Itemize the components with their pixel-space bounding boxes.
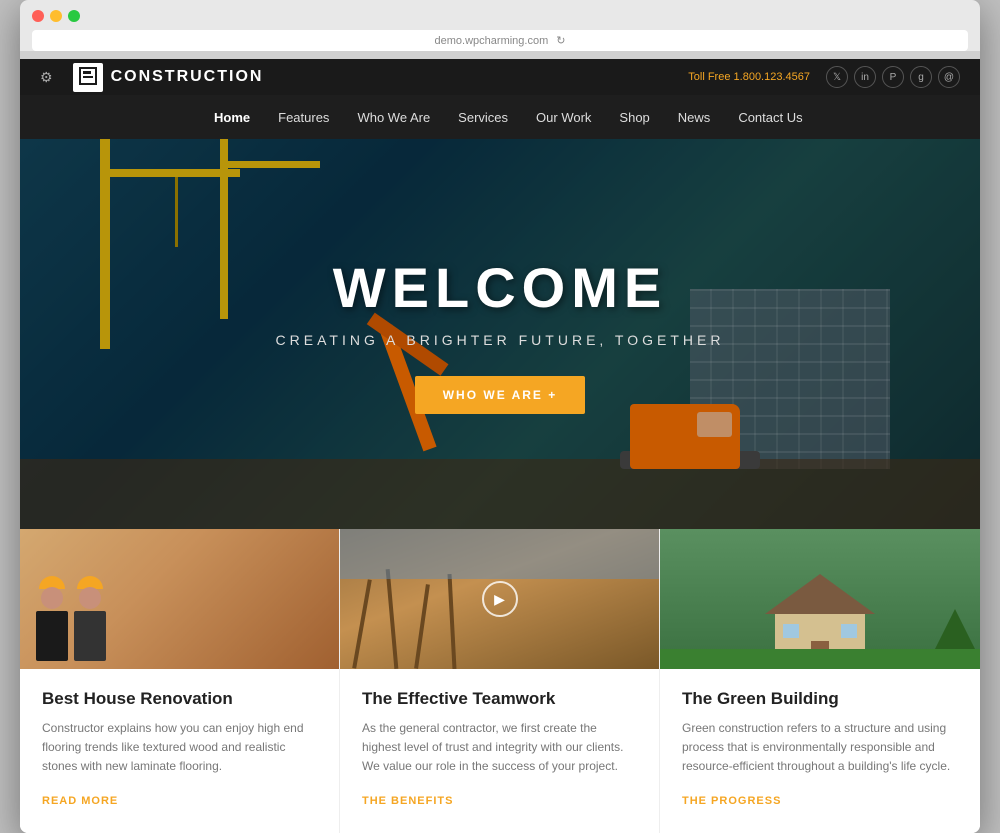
crane-1-cable [175,177,178,247]
nav-link-our-work[interactable]: Our Work [522,96,605,139]
reload-icon[interactable]: ↻ [556,34,565,47]
nav-item-contact-us[interactable]: Contact Us [724,96,816,139]
card-2: ▶ The Effective Teamwork As the general … [340,529,660,833]
hero-section: WELCOME CREATING A BRIGHTER FUTURE, TOGE… [20,139,980,529]
maximize-dot[interactable] [68,10,80,22]
card-2-text: As the general contractor, we first crea… [362,719,637,777]
cards-section: Best House Renovation Constructor explai… [20,529,980,833]
card-1-title: Best House Renovation [42,689,317,709]
house-window-right [841,624,857,638]
top-bar-right: Toll Free 1.800.123.4567 𝕏 in P g @ [688,66,960,88]
nav-link-contact-us[interactable]: Contact Us [724,96,816,139]
tree-top [935,609,975,649]
nav-item-shop[interactable]: Shop [605,96,663,139]
worker-1 [36,576,68,661]
address-bar[interactable]: demo.wpcharming.com ↻ [32,30,968,51]
frame-beam-4 [448,574,457,669]
linkedin-icon[interactable]: in [854,66,876,88]
toll-free-label: Toll Free [688,71,730,83]
hero-subtitle: CREATING A BRIGHTER FUTURE, TOGETHER [276,332,725,348]
card-3-link[interactable]: THE PROGRESS [682,795,781,807]
website-content: ⚙ CONSTRUCTION Toll Free 1.800.123.4567 [20,59,980,833]
house-window-left [783,624,799,638]
twitter-icon[interactable]: 𝕏 [826,66,848,88]
browser-tab-bar [20,51,980,59]
card-3-body: The Green Building Green construction re… [660,669,980,833]
browser-chrome: demo.wpcharming.com ↻ [20,0,980,51]
body-2 [74,611,106,661]
face-1 [41,587,63,609]
nav-item-home[interactable]: Home [200,96,264,139]
house-roof [765,574,875,614]
pinterest-icon[interactable]: P [882,66,904,88]
play-button-2[interactable]: ▶ [482,581,518,617]
crane-1-boom [100,169,240,177]
frame-beam-2 [386,569,399,669]
body-1 [36,611,68,661]
minimize-dot[interactable] [50,10,62,22]
excavator-window [697,412,732,437]
card-1-image [20,529,339,669]
hero-content: WELCOME CREATING A BRIGHTER FUTURE, TOGE… [276,255,725,414]
face-2 [79,587,101,609]
card-2-body: The Effective Teamwork As the general co… [340,669,659,833]
nav-item-features[interactable]: Features [264,96,343,139]
sky [340,529,659,579]
frame-beam-3 [414,584,430,669]
logo-icon [73,63,103,92]
nav-link-features[interactable]: Features [264,96,343,139]
card-2-link[interactable]: THE BENEFITS [362,795,453,807]
browser-dots [32,10,968,22]
logo-text: CONSTRUCTION [111,68,264,86]
nav-item-our-work[interactable]: Our Work [522,96,605,139]
nav-link-shop[interactable]: Shop [605,96,663,139]
nav-item-news[interactable]: News [664,96,725,139]
toll-free: Toll Free 1.800.123.4567 [688,71,810,83]
card-1-body: Best House Renovation Constructor explai… [20,669,339,833]
lawn [660,649,980,669]
url-text: demo.wpcharming.com [435,35,549,47]
crane-2-boom [220,161,320,168]
browser-window: demo.wpcharming.com ↻ ⚙ CONSTRUCTION [20,0,980,833]
nav-link-news[interactable]: News [664,96,725,139]
card-2-image: ▶ [340,529,659,669]
card-3-image [660,529,980,669]
social-icons: 𝕏 in P g @ [826,66,960,88]
nav-link-who-we-are[interactable]: Who We Are [343,96,444,139]
logo-area: CONSTRUCTION [73,63,264,92]
hero-title: WELCOME [276,255,725,320]
worker-2 [74,576,106,661]
top-bar: ⚙ CONSTRUCTION Toll Free 1.800.123.4567 [20,59,980,95]
frame-beam-1 [352,579,372,668]
ground [20,459,980,529]
card-3-title: The Green Building [682,689,958,709]
card-3: The Green Building Green construction re… [660,529,980,833]
close-dot[interactable] [32,10,44,22]
hero-button[interactable]: WHO WE ARE + [415,376,586,414]
nav-links: Home Features Who We Are Services Our Wo… [200,96,817,139]
nav-item-who-we-are[interactable]: Who We Are [343,96,444,139]
nav-bar: Home Features Who We Are Services Our Wo… [20,95,980,139]
settings-icon[interactable]: ⚙ [40,69,53,86]
nav-link-services[interactable]: Services [444,96,522,139]
card-1: Best House Renovation Constructor explai… [20,529,340,833]
nav-item-services[interactable]: Services [444,96,522,139]
googleplus-icon[interactable]: g [910,66,932,88]
card-1-link[interactable]: READ MORE [42,795,118,807]
nav-link-home[interactable]: Home [200,96,264,139]
card-1-text: Constructor explains how you can enjoy h… [42,719,317,777]
phone-number[interactable]: 1.800.123.4567 [734,71,810,83]
excavator-cab [630,404,740,469]
email-icon[interactable]: @ [938,66,960,88]
card-2-title: The Effective Teamwork [362,689,637,709]
card-3-text: Green construction refers to a structure… [682,719,958,777]
